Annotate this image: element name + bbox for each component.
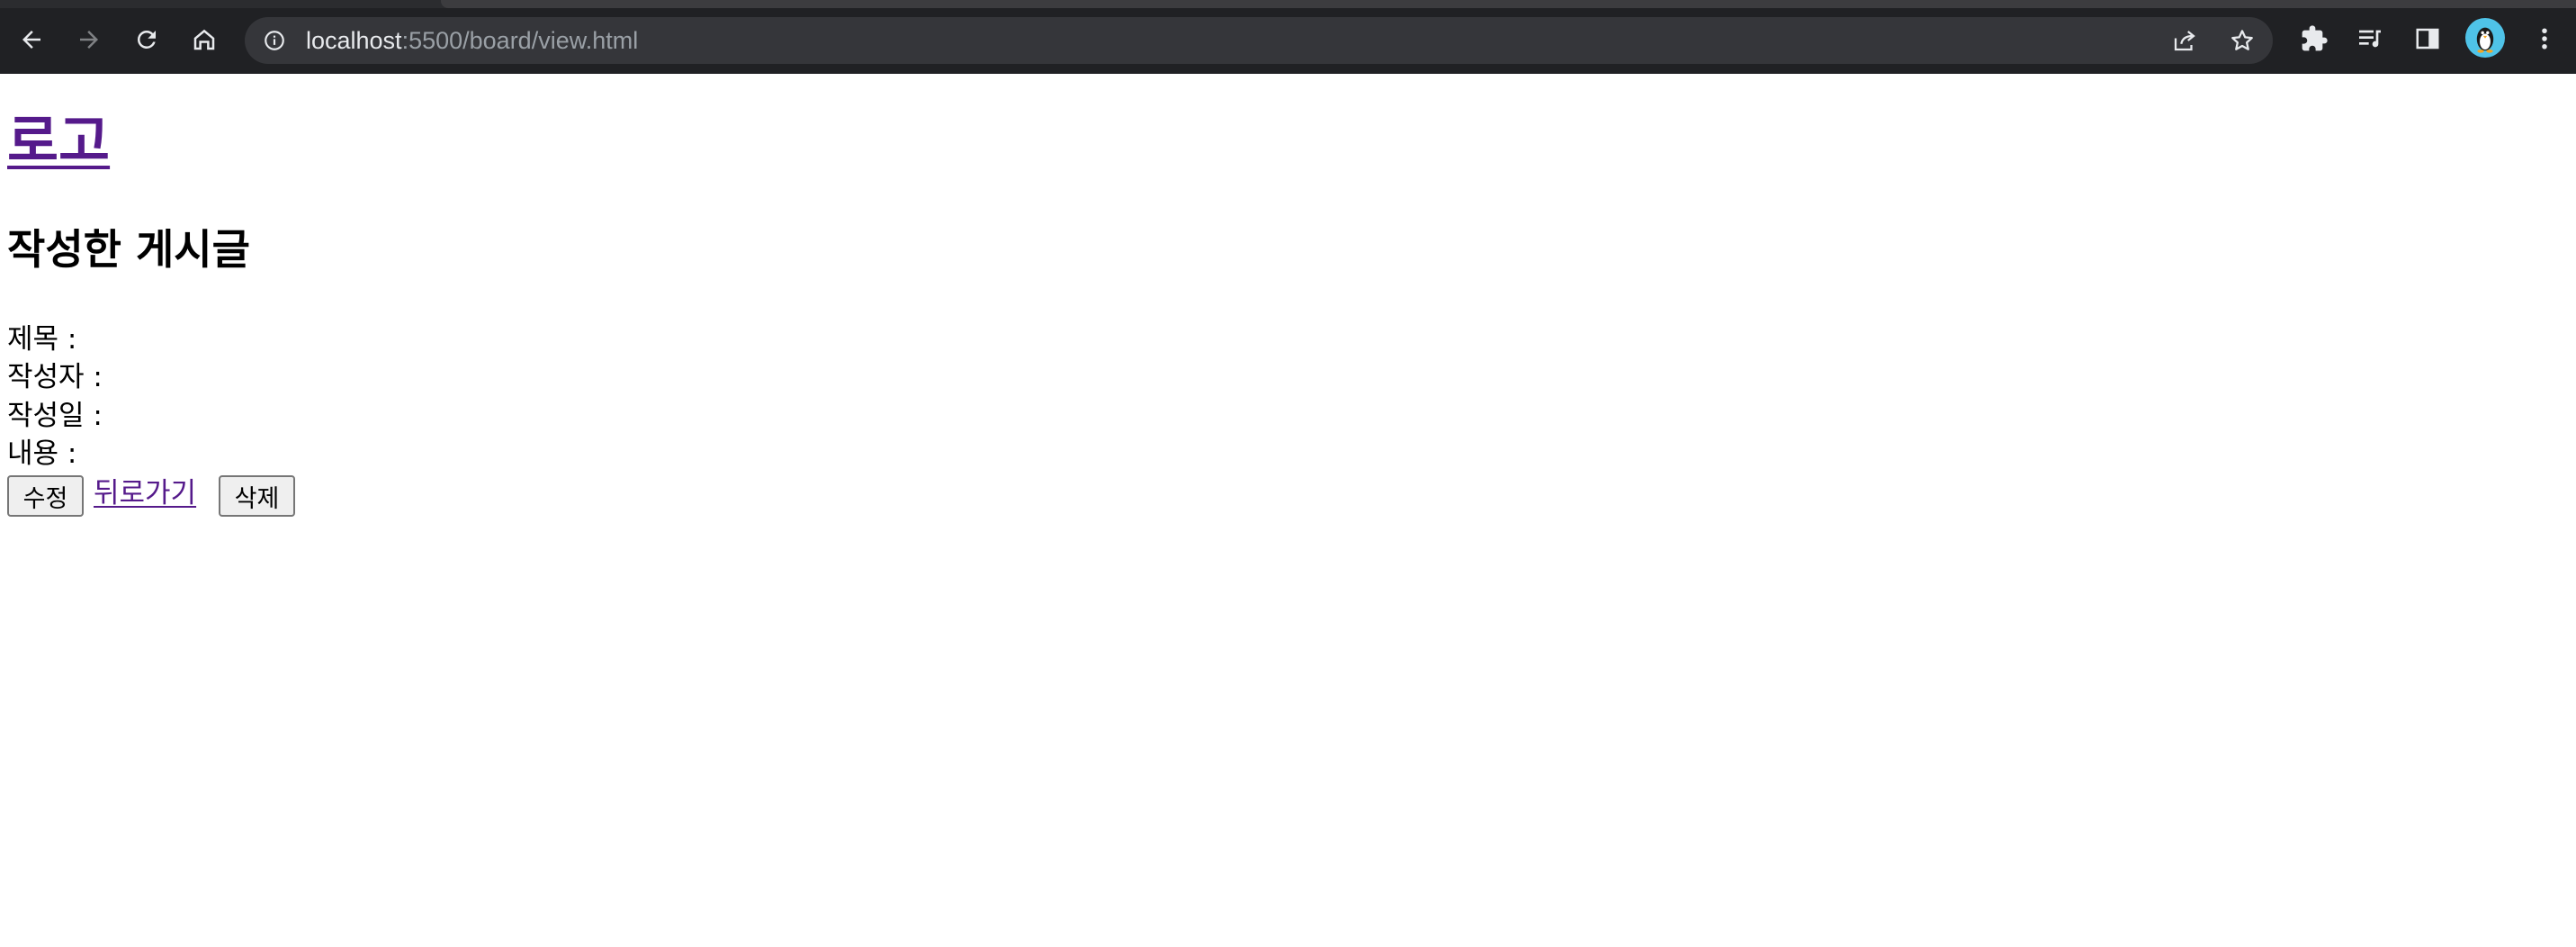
- forward-button[interactable]: [68, 19, 110, 60]
- delete-button[interactable]: 삭제: [219, 475, 295, 517]
- address-bar[interactable]: localhost:5500/board/view.html: [245, 17, 2273, 64]
- url-text[interactable]: localhost:5500/board/view.html: [306, 17, 638, 64]
- page-content: 로고 작성한 게시글 제목 : 작성자 : 작성일 : 내용 : 수정 뒤로가기…: [0, 74, 2576, 947]
- browser-toolbar: localhost:5500/board/view.html: [0, 0, 2576, 74]
- tab-strip-edge: [441, 0, 2576, 8]
- field-title-label: 제목 :: [7, 323, 77, 356]
- edit-button[interactable]: 수정: [7, 475, 84, 517]
- profile-avatar[interactable]: [2465, 18, 2505, 58]
- info-icon[interactable]: [263, 29, 286, 52]
- home-icon: [193, 29, 215, 50]
- share-icon: [2174, 31, 2195, 51]
- back-button[interactable]: [11, 19, 52, 60]
- field-author-label: 작성자 :: [7, 361, 103, 393]
- home-button[interactable]: [184, 19, 225, 60]
- bookmark-button[interactable]: [2228, 26, 2257, 55]
- url-host: localhost: [306, 27, 402, 54]
- extensions-button[interactable]: [2296, 21, 2332, 57]
- side-panel-icon: [2416, 28, 2439, 50]
- arrow-right-icon: [80, 31, 98, 49]
- url-path: :5500/board/view.html: [401, 27, 639, 54]
- field-date-label: 작성일 :: [7, 400, 103, 432]
- field-content-label: 내용 :: [7, 437, 77, 470]
- menu-button[interactable]: [2527, 21, 2563, 57]
- kebab-menu-icon: [2542, 28, 2547, 50]
- media-queue-icon: [2359, 30, 2381, 48]
- reload-button[interactable]: [126, 19, 167, 60]
- star-icon: [2231, 30, 2253, 50]
- media-button[interactable]: [2352, 21, 2388, 57]
- puzzle-icon: [2302, 25, 2328, 51]
- share-button[interactable]: [2170, 26, 2199, 55]
- arrow-left-icon: [22, 31, 40, 49]
- logo-link[interactable]: 로고: [7, 113, 110, 169]
- reload-icon: [137, 30, 156, 49]
- page-title: 작성한 게시글: [7, 225, 250, 274]
- back-link[interactable]: 뒤로가기: [94, 477, 196, 510]
- penguin-avatar-icon: [2476, 27, 2494, 53]
- side-panel-button[interactable]: [2410, 21, 2446, 57]
